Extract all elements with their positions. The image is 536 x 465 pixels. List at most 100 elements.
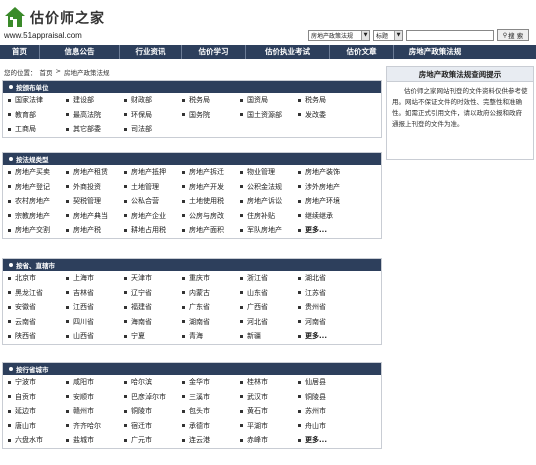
category-link[interactable]: 房地产开发 xyxy=(182,180,240,195)
category-link[interactable]: 包头市 xyxy=(182,404,240,419)
category-link[interactable]: 财政部 xyxy=(124,93,182,108)
category-link[interactable]: 江西省 xyxy=(66,300,124,315)
category-link[interactable]: 铜陵县 xyxy=(298,390,356,405)
category-link[interactable]: 江苏省 xyxy=(298,286,356,301)
category-link[interactable]: 吉林省 xyxy=(66,286,124,301)
category-link[interactable]: 铜陵市 xyxy=(124,404,182,419)
category-link[interactable]: 内蒙古 xyxy=(182,286,240,301)
category-link[interactable]: 山东省 xyxy=(240,286,298,301)
category-link[interactable]: 盐城市 xyxy=(66,433,124,448)
category-link[interactable]: 河南省 xyxy=(298,315,356,330)
category-link[interactable]: 福建省 xyxy=(124,300,182,315)
category-link[interactable]: 舟山市 xyxy=(298,419,356,434)
category-link[interactable]: 咸阳市 xyxy=(66,375,124,390)
field-select[interactable]: 标题 ▼ xyxy=(373,29,403,41)
category-link[interactable]: 山西省 xyxy=(66,329,124,344)
nav-item-policy[interactable]: 房地产政策法规 xyxy=(394,45,476,59)
category-link[interactable]: 房地产企业 xyxy=(124,209,182,224)
category-link[interactable]: 河北省 xyxy=(240,315,298,330)
category-link[interactable]: 农村房地产 xyxy=(8,194,66,209)
nav-item-announcements[interactable]: 信息公告 xyxy=(40,45,120,59)
nav-item-industry-news[interactable]: 行业资讯 xyxy=(120,45,182,59)
category-link[interactable]: 安徽省 xyxy=(8,300,66,315)
category-link[interactable]: 哈尔滨 xyxy=(124,375,182,390)
category-link[interactable]: 国资局 xyxy=(240,93,298,108)
category-link[interactable]: 苏州市 xyxy=(298,404,356,419)
category-link[interactable]: 公积金法规 xyxy=(240,180,298,195)
category-link[interactable]: 国家法律 xyxy=(8,93,66,108)
category-link[interactable]: 重庆市 xyxy=(182,271,240,286)
category-link[interactable]: 耕地占用税 xyxy=(124,223,182,238)
category-link[interactable]: 房地产诉讼 xyxy=(240,194,298,209)
category-link[interactable]: 契税管理 xyxy=(66,194,124,209)
category-link[interactable]: 仙居县 xyxy=(298,375,356,390)
category-link[interactable]: 安顺市 xyxy=(66,390,124,405)
category-link[interactable]: 延边市 xyxy=(8,404,66,419)
nav-item-articles[interactable]: 估价文章 xyxy=(330,45,394,59)
category-link[interactable]: 宿迁市 xyxy=(124,419,182,434)
category-link[interactable]: 武汉市 xyxy=(240,390,298,405)
category-link[interactable]: 湖南省 xyxy=(182,315,240,330)
category-link[interactable]: 国土资源部 xyxy=(240,108,298,123)
category-link[interactable]: 六盘水市 xyxy=(8,433,66,448)
category-link[interactable]: 房地产税 xyxy=(66,223,124,238)
category-link[interactable]: 房地产登记 xyxy=(8,180,66,195)
category-link[interactable]: 房地产租赁 xyxy=(66,165,124,180)
nav-item-exam[interactable]: 估价执业考试 xyxy=(246,45,330,59)
category-link[interactable]: 宁夏 xyxy=(124,329,182,344)
category-link[interactable]: 税务局 xyxy=(182,93,240,108)
category-link[interactable]: 巴彦淖尔市 xyxy=(124,390,182,405)
search-button[interactable]: ⚲ 搜 索 xyxy=(497,29,529,41)
category-link[interactable]: 新疆 xyxy=(240,329,298,344)
category-link[interactable]: 三溪市 xyxy=(182,390,240,405)
category-link[interactable]: 房地产交割 xyxy=(8,223,66,238)
category-link[interactable]: 公房与房改 xyxy=(182,209,240,224)
more-link[interactable]: 更多... xyxy=(298,223,356,238)
nav-item-appraisal-study[interactable]: 估价学习 xyxy=(182,45,246,59)
category-link[interactable]: 赣州市 xyxy=(66,404,124,419)
category-link[interactable]: 房地产环境 xyxy=(298,194,356,209)
category-link[interactable]: 齐齐哈尔 xyxy=(66,419,124,434)
category-link[interactable]: 司法部 xyxy=(124,122,182,137)
category-link[interactable]: 广元市 xyxy=(124,433,182,448)
category-link[interactable]: 北京市 xyxy=(8,271,66,286)
category-link[interactable]: 海南省 xyxy=(124,315,182,330)
site-logo[interactable]: 估价师之家 www.51appraisal.com xyxy=(4,6,124,40)
category-link[interactable]: 土地使用税 xyxy=(182,194,240,209)
category-link[interactable]: 浙江省 xyxy=(240,271,298,286)
category-link[interactable]: 桂林市 xyxy=(240,375,298,390)
category-link[interactable]: 黑龙江省 xyxy=(8,286,66,301)
category-link[interactable]: 工商局 xyxy=(8,122,66,137)
category-link[interactable]: 天津市 xyxy=(124,271,182,286)
category-link[interactable]: 四川省 xyxy=(66,315,124,330)
category-link[interactable]: 赤峰市 xyxy=(240,433,298,448)
category-link[interactable]: 广东省 xyxy=(182,300,240,315)
category-select[interactable]: 房地产政策法规 ▼ xyxy=(308,29,370,41)
category-link[interactable]: 连云港 xyxy=(182,433,240,448)
category-link[interactable]: 金华市 xyxy=(182,375,240,390)
category-link[interactable]: 房地产抵押 xyxy=(124,165,182,180)
category-link[interactable]: 宗教房地产 xyxy=(8,209,66,224)
category-link[interactable]: 公私合营 xyxy=(124,194,182,209)
category-link[interactable]: 税务局 xyxy=(298,93,356,108)
category-link[interactable]: 宁波市 xyxy=(8,375,66,390)
category-link[interactable]: 贵州省 xyxy=(298,300,356,315)
category-link[interactable]: 上海市 xyxy=(66,271,124,286)
category-link[interactable]: 房地产装饰 xyxy=(298,165,356,180)
category-link[interactable]: 发改委 xyxy=(298,108,356,123)
category-link[interactable]: 房地产拆迁 xyxy=(182,165,240,180)
category-link[interactable]: 物业管理 xyxy=(240,165,298,180)
category-link[interactable]: 唐山市 xyxy=(8,419,66,434)
category-link[interactable]: 辽宁省 xyxy=(124,286,182,301)
category-link[interactable]: 环保局 xyxy=(124,108,182,123)
category-link[interactable]: 房地产典当 xyxy=(66,209,124,224)
category-link[interactable]: 黄石市 xyxy=(240,404,298,419)
category-link[interactable]: 其它部委 xyxy=(66,122,124,137)
category-link[interactable]: 继续继承 xyxy=(298,209,356,224)
category-link[interactable]: 自贡市 xyxy=(8,390,66,405)
category-link[interactable]: 陕西省 xyxy=(8,329,66,344)
category-link[interactable]: 青海 xyxy=(182,329,240,344)
category-link[interactable]: 住房补贴 xyxy=(240,209,298,224)
category-link[interactable]: 承德市 xyxy=(182,419,240,434)
category-link[interactable]: 涉外房地产 xyxy=(298,180,356,195)
